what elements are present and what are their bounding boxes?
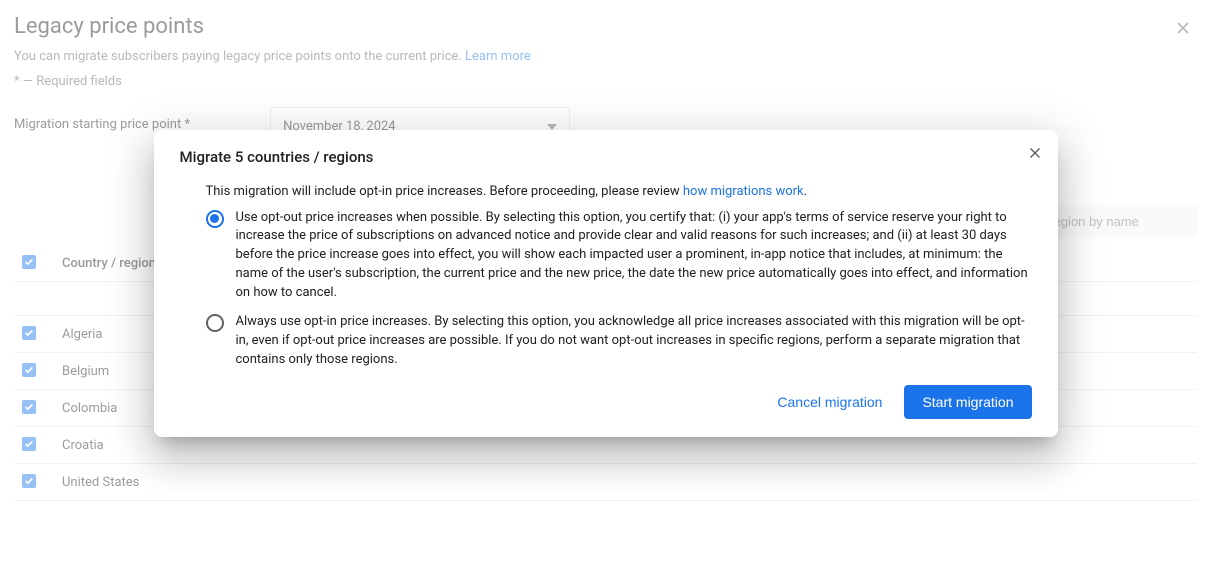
opt-out-radio[interactable] (206, 210, 224, 228)
opt-in-radio[interactable] (206, 314, 224, 332)
modal-overlay: Migrate 5 countries / regions This migra… (0, 0, 1211, 567)
modal-close-icon[interactable] (1026, 144, 1044, 166)
modal-intro: This migration will include opt-in price… (180, 184, 1032, 199)
cancel-migration-button[interactable]: Cancel migration (763, 385, 896, 419)
opt-out-text: Use opt-out price increases when possibl… (236, 209, 1032, 303)
how-migrations-work-link[interactable]: how migrations work (683, 184, 804, 199)
modal-title: Migrate 5 countries / regions (180, 148, 1032, 166)
opt-in-text: Always use opt-in price increases. By se… (236, 313, 1032, 370)
start-migration-button[interactable]: Start migration (904, 385, 1031, 419)
migrate-modal: Migrate 5 countries / regions This migra… (154, 130, 1058, 438)
